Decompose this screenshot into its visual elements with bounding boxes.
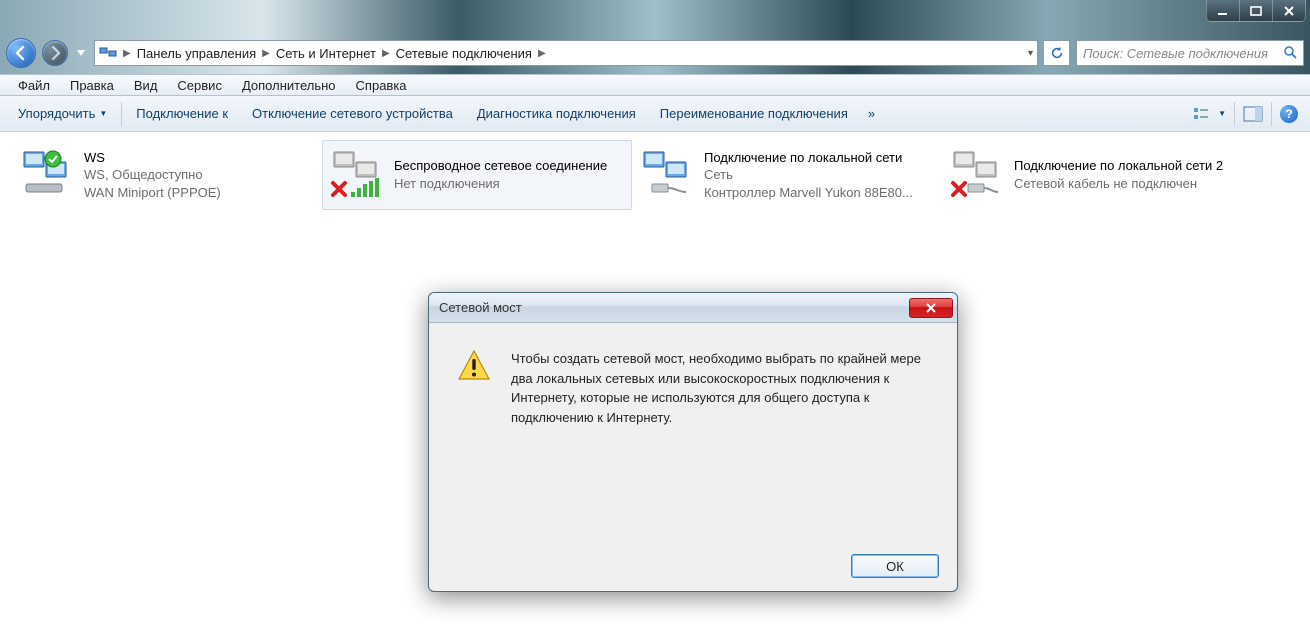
forward-button[interactable] <box>42 40 68 66</box>
connection-icon <box>18 144 74 200</box>
separator <box>121 102 122 126</box>
help-icon: ? <box>1280 105 1298 123</box>
organize-button[interactable]: Упорядочить ▼ <box>6 102 119 125</box>
connection-name: Беспроводное сетевое соединение <box>394 157 607 175</box>
network-connections-icon <box>99 45 117 61</box>
connection-name: Подключение по локальной сети <box>704 149 913 167</box>
search-input[interactable]: Поиск: Сетевые подключения <box>1076 40 1304 66</box>
breadcrumb-label: Сеть и Интернет <box>276 46 376 61</box>
help-button[interactable]: ? <box>1274 101 1304 127</box>
connection-status: WS, Общедоступно <box>84 166 221 184</box>
chevron-right-icon: ▶ <box>262 48 270 59</box>
menu-file[interactable]: Файл <box>8 76 60 95</box>
menu-help[interactable]: Справка <box>346 76 417 95</box>
close-button[interactable] <box>1272 0 1306 22</box>
separator <box>1271 102 1272 126</box>
connection-name: WS <box>84 149 221 167</box>
connection-status: Сетевой кабель не подключен <box>1014 175 1223 193</box>
connection-name: Подключение по локальной сети 2 <box>1014 157 1223 175</box>
breadcrumb-label: Сетевые подключения <box>396 46 532 61</box>
address-dropdown-icon[interactable]: ▾ <box>1028 48 1033 59</box>
connection-item[interactable]: Беспроводное сетевое соединение Нет подк… <box>322 140 632 210</box>
connection-icon <box>638 144 694 200</box>
menu-tools[interactable]: Сервис <box>167 76 232 95</box>
menu-view[interactable]: Вид <box>124 76 168 95</box>
refresh-button[interactable] <box>1044 40 1070 66</box>
address-bar: ▶ Панель управления ▶ Сеть и Интернет ▶ Се… <box>0 32 1310 74</box>
minimize-button[interactable] <box>1206 0 1240 22</box>
disable-device-button[interactable]: Отключение сетевого устройства <box>240 102 465 125</box>
dialog-body: Чтобы создать сетевой мост, необходимо в… <box>429 323 957 437</box>
chevron-down-icon: ▼ <box>99 109 107 118</box>
breadcrumb-bar[interactable]: ▶ Панель управления ▶ Сеть и Интернет ▶ Се… <box>94 40 1038 66</box>
back-button[interactable] <box>6 38 36 68</box>
connection-device: WAN Miniport (PPPOE) <box>84 184 221 202</box>
dialog-message: Чтобы создать сетевой мост, необходимо в… <box>511 349 923 427</box>
breadcrumb-item[interactable]: Сетевые подключения ▶ <box>396 46 546 61</box>
maximize-button[interactable] <box>1239 0 1273 22</box>
separator <box>1234 102 1235 126</box>
rename-button[interactable]: Переименование подключения <box>648 102 860 125</box>
nav-history-dropdown[interactable] <box>74 50 88 56</box>
organize-label: Упорядочить <box>18 106 95 121</box>
chevron-right-icon: ▶ <box>538 48 546 59</box>
dialog-title: Сетевой мост <box>439 300 522 315</box>
toolbar-overflow-button[interactable]: » <box>860 102 883 125</box>
warning-icon <box>457 349 493 427</box>
connection-item[interactable]: Подключение по локальной сети 2 Сетевой … <box>942 140 1252 210</box>
search-placeholder: Поиск: Сетевые подключения <box>1083 46 1268 61</box>
window-controls <box>1206 0 1306 22</box>
connection-item[interactable]: WS WS, Общедоступно WAN Miniport (PPPOE) <box>12 140 322 210</box>
menu-edit[interactable]: Правка <box>60 76 124 95</box>
dialog-close-button[interactable] <box>909 298 953 318</box>
connection-item[interactable]: Подключение по локальной сети Сеть Контр… <box>632 140 942 210</box>
chevron-down-icon: ▼ <box>1218 109 1226 118</box>
breadcrumb-item[interactable]: Панель управления ▶ <box>137 46 270 61</box>
chevron-right-icon: ▶ <box>123 48 131 59</box>
diagnose-button[interactable]: Диагностика подключения <box>465 102 648 125</box>
chevron-right-icon: ▶ <box>382 48 390 59</box>
dialog-network-bridge: Сетевой мост Чтобы создать сетевой мост,… <box>428 292 958 592</box>
x-error-icon <box>950 180 968 201</box>
check-ok-icon <box>44 150 62 171</box>
connection-device: Контроллер Marvell Yukon 88E80... <box>704 184 913 202</box>
ok-button[interactable]: ОК <box>851 554 939 578</box>
view-mode-button[interactable]: ▼ <box>1187 102 1232 126</box>
window-titlebar <box>0 0 1310 32</box>
command-bar: Упорядочить ▼ Подключение к Отключение с… <box>0 96 1310 132</box>
menu-advanced[interactable]: Дополнительно <box>232 76 346 95</box>
breadcrumb-label: Панель управления <box>137 46 256 61</box>
breadcrumb-item[interactable]: Сеть и Интернет ▶ <box>276 46 390 61</box>
dialog-footer: ОК <box>429 541 957 591</box>
connection-status: Сеть <box>704 166 913 184</box>
connection-icon <box>948 144 1004 200</box>
preview-pane-button[interactable] <box>1237 102 1269 126</box>
wifi-bars-icon <box>350 178 380 201</box>
dialog-titlebar[interactable]: Сетевой мост <box>429 293 957 323</box>
connection-status: Нет подключения <box>394 175 607 193</box>
connections-list: WS WS, Общедоступно WAN Miniport (PPPOE) <box>0 132 1310 640</box>
x-error-icon <box>330 180 348 201</box>
search-icon <box>1283 45 1297 62</box>
menu-bar: Файл Правка Вид Сервис Дополнительно Спр… <box>0 74 1310 96</box>
connect-button[interactable]: Подключение к <box>124 102 240 125</box>
connection-icon <box>328 144 384 200</box>
